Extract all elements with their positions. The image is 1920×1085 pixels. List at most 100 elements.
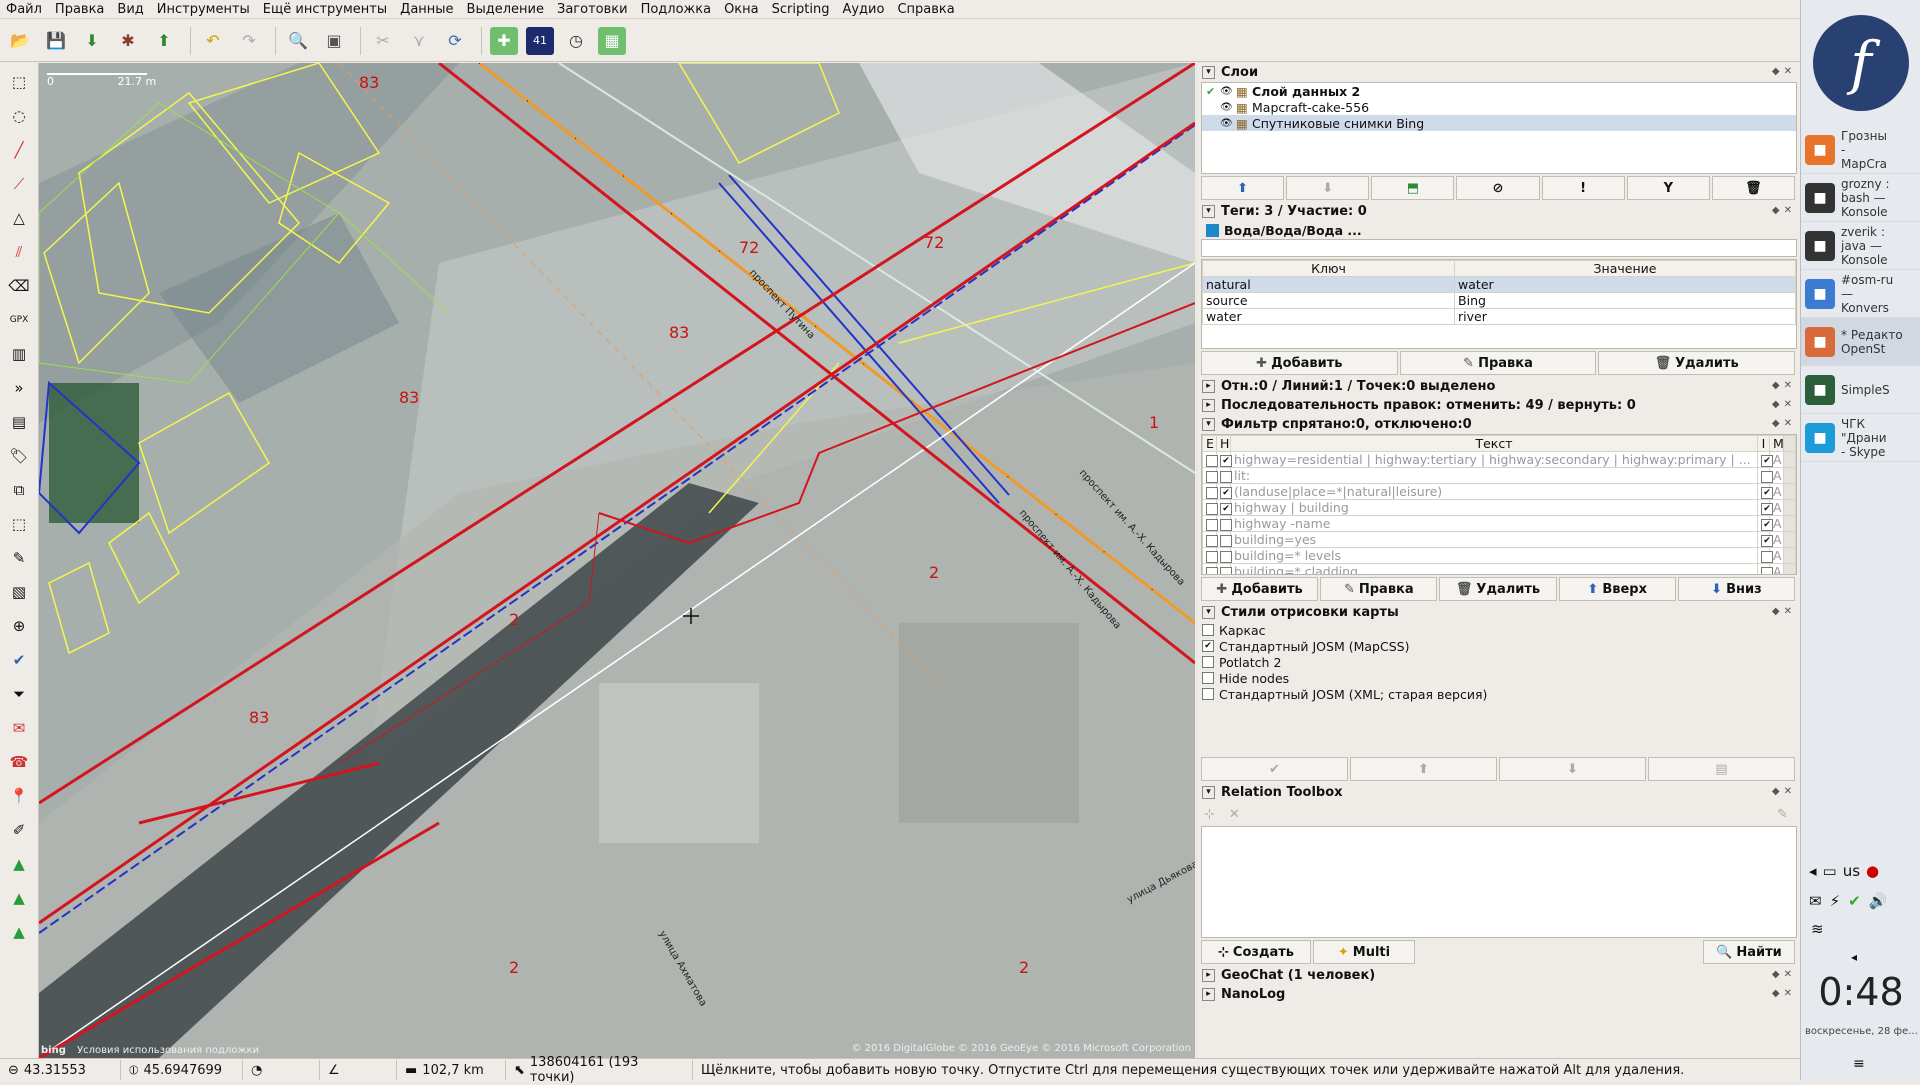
tag-row[interactable]: water river [1201, 308, 1796, 325]
scrollbar[interactable] [1783, 547, 1796, 564]
counter-plugin-icon[interactable]: 41 [526, 26, 554, 55]
geochat-toggle-icon[interactable]: ☎ [4, 747, 34, 777]
filter-text[interactable]: (landuse|place=*|natural|leisure) [1230, 483, 1758, 500]
panel-controls-icon[interactable]: ◆✕ [1772, 786, 1796, 797]
collapse-icon[interactable]: ▾ [1202, 418, 1215, 431]
filter-row[interactable]: building=* cladding A [1202, 563, 1796, 574]
style-up-icon[interactable]: ⬆ [1350, 757, 1497, 781]
imagery-attribution[interactable]: © 2016 DigitalGlobe © 2016 GeoEye © 2016… [851, 1043, 1191, 1054]
measure-tool-icon[interactable]: △ [4, 203, 34, 233]
filter-toggle-icon[interactable]: ⏷ [4, 679, 34, 709]
layers-panel-header[interactable]: ▾ Слои ◆✕ [1198, 63, 1800, 82]
move-down-icon[interactable]: ⬇ [1286, 176, 1370, 200]
add-filter-button[interactable]: ✚ Добавить [1201, 577, 1319, 601]
preset-search-field[interactable] [1201, 239, 1797, 257]
delete-tool-icon[interactable]: ⌫ [4, 271, 34, 301]
more-tools-icon[interactable]: » [4, 373, 34, 403]
relations-toggle-icon[interactable]: ⧉ [4, 475, 34, 505]
layer-row[interactable]: 👁 ▦ Mapcraft-cake-556 [1202, 99, 1796, 115]
enable-checkbox[interactable] [1202, 563, 1218, 574]
delete-tag-button[interactable]: 🗑 Удалить [1598, 351, 1796, 375]
move-down-button[interactable]: ⬇ Вниз [1677, 577, 1796, 601]
collapse-icon[interactable]: ▾ [1202, 66, 1215, 79]
validator-toggle-icon[interactable]: ✔ [4, 645, 34, 675]
menu-item[interactable]: Данные [400, 2, 453, 17]
tags-toggle-icon[interactable]: 🏷 [4, 441, 34, 471]
parallel-way-icon[interactable]: ⫽ [4, 237, 34, 267]
tags-panel-header[interactable]: ▾ Теги: 3 / Участие: 0 ◆✕ [1198, 202, 1800, 221]
enable-checkbox[interactable] [1202, 483, 1218, 500]
menu-item[interactable]: Справка [897, 2, 954, 17]
building-tool-icon[interactable]: ▥ [4, 339, 34, 369]
filter-panel-header[interactable]: ▾ Фильтр спрятано:0, отключено:0 ◆✕ [1198, 415, 1800, 434]
filter-row[interactable]: lit: A [1202, 467, 1796, 484]
menu-item[interactable]: Выделение [467, 2, 544, 17]
move-up-button[interactable]: ⬆ Вверх [1558, 577, 1676, 601]
scrollbar[interactable] [1783, 563, 1796, 574]
style-checkbox[interactable] [1202, 688, 1214, 700]
filter-text[interactable]: highway -name [1230, 515, 1758, 532]
col-key[interactable]: Ключ [1201, 260, 1456, 277]
layer-row[interactable]: 👁 ▦ Спутниковые снимки Bing [1202, 115, 1796, 131]
network-icon[interactable]: ⚡ [1830, 892, 1841, 910]
inverted-checkbox[interactable]: ✔ [1757, 499, 1773, 516]
collapse-icon[interactable]: ▾ [1202, 606, 1215, 619]
delete-filter-button[interactable]: 🗑 Удалить [1439, 577, 1557, 601]
col-e[interactable]: E [1202, 435, 1217, 452]
expand-icon[interactable]: ▸ [1202, 969, 1215, 982]
toolbox-icon-1[interactable]: ▲ [4, 849, 34, 879]
tray-expand-icon[interactable]: ◂ [1851, 950, 1857, 964]
filter-text[interactable]: lit: [1230, 467, 1758, 484]
style-down-icon[interactable]: ⬇ [1499, 757, 1646, 781]
style-info-icon[interactable]: ▤ [1648, 757, 1795, 781]
expand-icon[interactable]: ▸ [1202, 399, 1215, 412]
eye-icon[interactable]: 👁 [1220, 102, 1236, 113]
panel-controls-icon[interactable]: ◆✕ [1772, 606, 1796, 617]
panel-controls-icon[interactable]: ◆✕ [1772, 399, 1796, 410]
scrollbar[interactable] [1783, 499, 1796, 516]
tag-value[interactable]: river [1454, 308, 1796, 325]
menu-item[interactable]: Инструменты [157, 2, 250, 17]
inverted-checkbox[interactable]: ✔ [1757, 483, 1773, 500]
col-m[interactable]: M [1769, 435, 1784, 452]
style-row[interactable]: Стандартный JOSM (XML; старая версия) [1198, 686, 1800, 702]
task-button[interactable]: ■ * Редакто OpenSt [1801, 318, 1920, 366]
panel-controls-icon[interactable]: ◆✕ [1772, 418, 1796, 429]
filter-text[interactable]: building=yes [1230, 531, 1758, 548]
image-plugin-icon[interactable]: ▦ [598, 26, 626, 55]
col-value[interactable]: Значение [1454, 260, 1796, 277]
enable-checkbox[interactable] [1202, 451, 1218, 468]
edit-filter-button[interactable]: ✎ Правка [1320, 577, 1438, 601]
col-text[interactable]: Текст [1230, 435, 1758, 452]
filter-row[interactable]: ✔ (landuse|place=*|natural|leisure) ✔ A [1202, 483, 1796, 500]
gpx-tool-icon[interactable]: GPX [4, 305, 34, 335]
filter-row[interactable]: ✔ highway=residential | highway:tertiary … [1202, 451, 1796, 468]
task-button[interactable]: ■ ЧГК "Драни - Skype [1801, 414, 1920, 462]
inverted-checkbox[interactable] [1757, 547, 1773, 564]
menu-item[interactable]: Заготовки [557, 2, 628, 17]
style-row[interactable]: Hide nodes [1198, 670, 1800, 686]
wifi-icon[interactable]: ≋ [1811, 920, 1824, 938]
keyboard-layout[interactable]: us [1843, 862, 1860, 880]
battery-icon[interactable]: ▭ [1823, 862, 1837, 880]
preferences-icon[interactable]: ▣ [320, 27, 348, 55]
nanolog-panel-header[interactable]: ▸ NanoLog ◆✕ [1198, 985, 1800, 1004]
task-button[interactable]: ■ grozny : bash — Konsole [1801, 174, 1920, 222]
panel-controls-icon[interactable]: ◆✕ [1772, 66, 1796, 77]
clock-icon[interactable]: ◷ [562, 27, 590, 55]
filter-row[interactable]: highway -name ✔ A [1202, 515, 1796, 532]
scrollbar[interactable] [1783, 531, 1796, 548]
redo-icon[interactable]: ↷ [235, 27, 263, 55]
menu-item[interactable]: Scripting [772, 2, 830, 17]
style-checkbox[interactable] [1202, 656, 1214, 668]
enable-checkbox[interactable] [1202, 499, 1218, 516]
enable-checkbox[interactable] [1202, 515, 1218, 532]
panel-controls-icon[interactable]: ◆✕ [1772, 380, 1796, 391]
expand-icon[interactable]: ▸ [1202, 380, 1215, 393]
layer-info-icon[interactable]: ! [1541, 176, 1625, 200]
download-area-icon[interactable]: ✱ [114, 27, 142, 55]
task-button[interactable]: ■ #osm-ru — Konvers [1801, 270, 1920, 318]
style-checkbox[interactable] [1202, 624, 1214, 636]
inverted-checkbox[interactable]: ✔ [1757, 531, 1773, 548]
inverted-checkbox[interactable] [1757, 467, 1773, 484]
